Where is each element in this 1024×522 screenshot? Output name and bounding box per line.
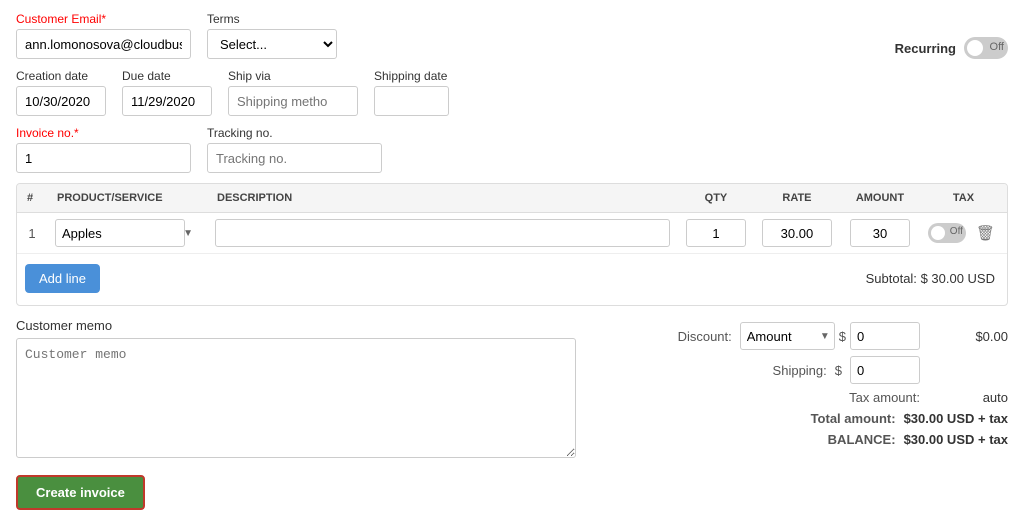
invoice-no-label: Invoice no.*: [16, 126, 191, 140]
customer-email-input[interactable]: [16, 29, 191, 59]
creation-date-input[interactable]: [16, 86, 106, 116]
creation-date-label: Creation date: [16, 69, 106, 83]
total-amount-label: Total amount:: [811, 411, 896, 426]
col-product: PRODUCT/SERVICE: [47, 184, 207, 213]
recurring-label: Recurring: [895, 41, 956, 56]
col-tax: TAX: [920, 184, 1007, 213]
col-qty: QTY: [678, 184, 754, 213]
memo-label: Customer memo: [16, 318, 576, 333]
ship-via-label: Ship via: [228, 69, 358, 83]
due-date-label: Due date: [122, 69, 212, 83]
tracking-no-input[interactable]: [207, 143, 382, 173]
subtotal-value: $ 30.00 USD: [921, 271, 995, 286]
shipping-dollar-sign: $: [835, 363, 842, 378]
invoice-no-input[interactable]: [16, 143, 191, 173]
terms-label: Terms: [207, 12, 337, 26]
add-line-button[interactable]: Add line: [25, 264, 100, 293]
amount-input[interactable]: [850, 219, 910, 247]
qty-cell: [678, 213, 754, 254]
rate-cell: [754, 213, 840, 254]
terms-select[interactable]: Select... Net 15 Net 30 Net 60 Due on re…: [207, 29, 337, 59]
discount-total-value: $0.00: [928, 329, 1008, 344]
discount-label: Discount:: [678, 329, 732, 344]
total-amount-value: $30.00 USD + tax: [904, 411, 1008, 426]
shipping-date-input[interactable]: [374, 86, 449, 116]
balance-label: BALANCE:: [828, 432, 896, 447]
tax-amount-label: Tax amount:: [849, 390, 920, 405]
shipping-date-label: Shipping date: [374, 69, 449, 83]
discount-value-input[interactable]: [850, 322, 920, 350]
qty-input[interactable]: [686, 219, 746, 247]
table-row: 1 Apples Apples Oranges ▼: [17, 213, 1007, 254]
customer-email-label: Customer Email*: [16, 12, 191, 26]
recurring-toggle[interactable]: Off: [964, 37, 1008, 59]
shipping-label: Shipping:: [773, 363, 827, 378]
row-num: 1: [17, 213, 47, 254]
discount-type-select[interactable]: Amount Percent: [740, 322, 835, 350]
shipping-value-input[interactable]: [850, 356, 920, 384]
create-invoice-button[interactable]: Create invoice: [16, 475, 145, 510]
tracking-no-label: Tracking no.: [207, 126, 382, 140]
memo-textarea[interactable]: [16, 338, 576, 458]
due-date-input[interactable]: [122, 86, 212, 116]
tax-toggle[interactable]: Off: [928, 223, 966, 243]
ship-via-input[interactable]: [228, 86, 358, 116]
product-select[interactable]: Apples Apples Oranges: [55, 219, 185, 247]
subtotal-label: Subtotal:: [866, 271, 917, 286]
col-num: #: [17, 184, 47, 213]
product-cell: Apples Apples Oranges ▼: [47, 213, 207, 254]
col-description: DESCRIPTION: [207, 184, 678, 213]
amount-cell: [840, 213, 920, 254]
description-cell: [207, 213, 678, 254]
delete-row-button[interactable]: 🗑: [972, 222, 999, 244]
col-amount: AMOUNT: [840, 184, 920, 213]
discount-dollar-sign: $: [839, 329, 846, 344]
balance-value: $30.00 USD + tax: [904, 432, 1008, 447]
description-input[interactable]: [215, 219, 670, 247]
tax-cell: Off 🗑: [920, 213, 1007, 254]
col-rate: RATE: [754, 184, 840, 213]
rate-input[interactable]: [762, 219, 832, 247]
tax-amount-value: auto: [928, 390, 1008, 405]
